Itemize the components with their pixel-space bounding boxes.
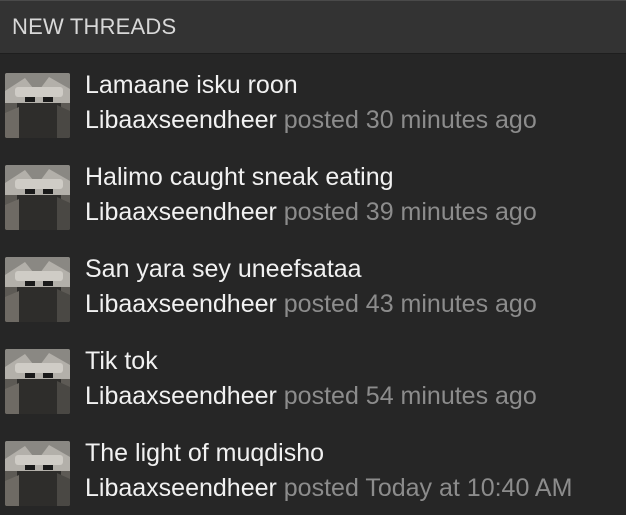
posted-label: posted (283, 290, 359, 318)
widget-header: NEW THREADS (0, 1, 626, 54)
posted-time: 54 minutes ago (365, 382, 537, 410)
thread-item: San yara sey uneefsataa Libaaxseendheer … (0, 238, 626, 330)
posted-label: posted (283, 474, 359, 502)
thread-author-link[interactable]: Libaaxseendheer (85, 474, 277, 502)
new-threads-widget: NEW THREADS Lamaane isku roon Libaaxseen… (0, 0, 626, 515)
thread-meta: Libaaxseendheer posted 54 minutes ago (85, 382, 537, 411)
user-avatar-icon[interactable] (5, 349, 70, 414)
thread-title-link[interactable]: Lamaane isku roon (85, 71, 298, 100)
thread-meta: Libaaxseendheer posted 39 minutes ago (85, 198, 537, 227)
thread-item: The light of muqdisho Libaaxseendheer po… (0, 422, 626, 514)
thread-list: Lamaane isku roon Libaaxseendheer posted… (0, 54, 626, 514)
user-avatar-icon[interactable] (5, 257, 70, 322)
thread-author-link[interactable]: Libaaxseendheer (85, 290, 277, 318)
widget-title: NEW THREADS (12, 14, 177, 39)
thread-author-link[interactable]: Libaaxseendheer (85, 198, 277, 226)
thread-item: Lamaane isku roon Libaaxseendheer posted… (0, 54, 626, 146)
thread-meta: Libaaxseendheer posted Today at 10:40 AM (85, 474, 572, 503)
thread-author-link[interactable]: Libaaxseendheer (85, 382, 277, 410)
posted-label: posted (283, 198, 359, 226)
posted-label: posted (283, 106, 359, 134)
thread-title-link[interactable]: The light of muqdisho (85, 439, 324, 468)
posted-label: posted (283, 382, 359, 410)
thread-title-link[interactable]: Tik tok (85, 347, 158, 376)
user-avatar-icon[interactable] (5, 73, 70, 138)
thread-title-link[interactable]: San yara sey uneefsataa (85, 255, 362, 284)
posted-time: 43 minutes ago (365, 290, 537, 318)
thread-meta: Libaaxseendheer posted 30 minutes ago (85, 106, 537, 135)
user-avatar-icon[interactable] (5, 165, 70, 230)
posted-time: 39 minutes ago (365, 198, 537, 226)
thread-title-link[interactable]: Halimo caught sneak eating (85, 163, 394, 192)
thread-author-link[interactable]: Libaaxseendheer (85, 106, 277, 134)
thread-meta: Libaaxseendheer posted 43 minutes ago (85, 290, 537, 319)
thread-item: Tik tok Libaaxseendheer posted 54 minute… (0, 330, 626, 422)
thread-item: Halimo caught sneak eating Libaaxseendhe… (0, 146, 626, 238)
posted-time: 30 minutes ago (365, 106, 537, 134)
user-avatar-icon[interactable] (5, 441, 70, 506)
posted-time: Today at 10:40 AM (365, 474, 573, 502)
